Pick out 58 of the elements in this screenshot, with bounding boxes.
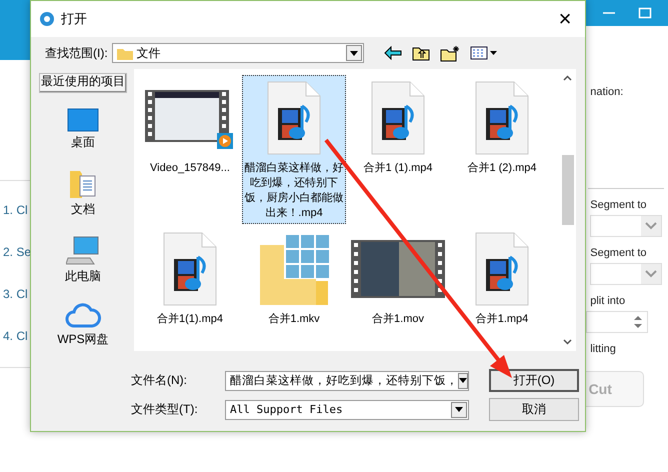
caret-down-icon bbox=[350, 50, 358, 56]
places-item[interactable]: 此电脑 bbox=[39, 231, 127, 288]
open-button[interactable]: 打开(O) bbox=[489, 369, 579, 392]
field-label: litting bbox=[590, 343, 616, 355]
cloud-icon bbox=[65, 303, 101, 329]
file-item[interactable]: 合并1(1).mp4 bbox=[138, 226, 242, 330]
computer-icon bbox=[66, 236, 100, 266]
field-label: plit into bbox=[590, 295, 626, 307]
places-item[interactable]: 最近使用的项目 bbox=[39, 73, 127, 93]
look-in-label: 查找范围(I): bbox=[45, 44, 108, 62]
up-folder-icon[interactable] bbox=[412, 45, 430, 61]
chevron-down-icon[interactable] bbox=[563, 339, 572, 345]
media-file-icon bbox=[162, 231, 218, 307]
look-in-dropdown[interactable]: 文件 bbox=[112, 43, 364, 63]
step-text: 1. Cl bbox=[3, 203, 29, 217]
number-spinner[interactable] bbox=[586, 311, 648, 333]
scrollbar-thumb[interactable] bbox=[562, 155, 574, 225]
caret-down-icon bbox=[459, 378, 467, 383]
back-arrow-icon[interactable] bbox=[384, 46, 402, 60]
caret-down-icon bbox=[455, 407, 463, 412]
field-label: Segment to bbox=[590, 199, 646, 211]
file-item[interactable]: 醋溜白菜这样做，好吃到爆，还特别下饭，厨房小白都能做出来！.mp4 bbox=[242, 75, 346, 224]
dialog-title: 打开 bbox=[61, 10, 87, 28]
maximize-icon[interactable] bbox=[638, 6, 652, 20]
media-file-icon bbox=[474, 80, 530, 156]
media-file-icon bbox=[474, 231, 530, 307]
folder-icon bbox=[116, 46, 133, 60]
new-folder-icon[interactable] bbox=[440, 44, 460, 62]
view-menu-icon[interactable] bbox=[470, 46, 498, 60]
cancel-button[interactable]: 取消 bbox=[489, 398, 579, 421]
step-text: 4. Cl bbox=[3, 329, 29, 343]
field-label: nation: bbox=[590, 86, 624, 98]
field-label: Segment to bbox=[590, 247, 646, 259]
file-type-dropdown[interactable]: All Support Files bbox=[225, 400, 469, 420]
documents-folder-icon bbox=[68, 169, 98, 199]
file-item[interactable]: 合并1.mov bbox=[346, 226, 450, 330]
places-item[interactable]: WPS网盘 bbox=[39, 298, 127, 351]
spin-arrows-icon bbox=[633, 314, 644, 330]
file-item[interactable]: 合并1 (2).mp4 bbox=[450, 75, 554, 179]
step-text: 3. Cl bbox=[3, 287, 29, 301]
chevron-up-icon[interactable] bbox=[563, 75, 572, 81]
close-button[interactable]: × bbox=[545, 1, 585, 37]
file-name-field[interactable]: 醋溜白菜这样做，好吃到爆，还特别下饭， bbox=[225, 370, 469, 390]
chevron-down-icon bbox=[645, 270, 658, 278]
file-item[interactable]: 合并1.mp4 bbox=[450, 226, 554, 330]
places-item[interactable]: 文档 bbox=[39, 164, 127, 221]
places-item[interactable]: 桌面 bbox=[39, 103, 127, 154]
desktop-icon bbox=[67, 108, 99, 132]
step-text: 2. Se bbox=[3, 245, 32, 259]
chevron-down-icon bbox=[645, 222, 658, 230]
file-name-label: 文件名(N): bbox=[131, 372, 188, 389]
file-item[interactable]: Video_157849... bbox=[138, 75, 242, 179]
file-item[interactable]: 合并1 (1).mp4 bbox=[346, 75, 450, 179]
file-item[interactable]: 合并1.mkv bbox=[242, 226, 346, 330]
file-type-label: 文件类型(T): bbox=[131, 401, 199, 418]
app-icon bbox=[39, 11, 55, 27]
media-file-icon bbox=[370, 80, 426, 156]
media-file-icon bbox=[266, 80, 322, 156]
